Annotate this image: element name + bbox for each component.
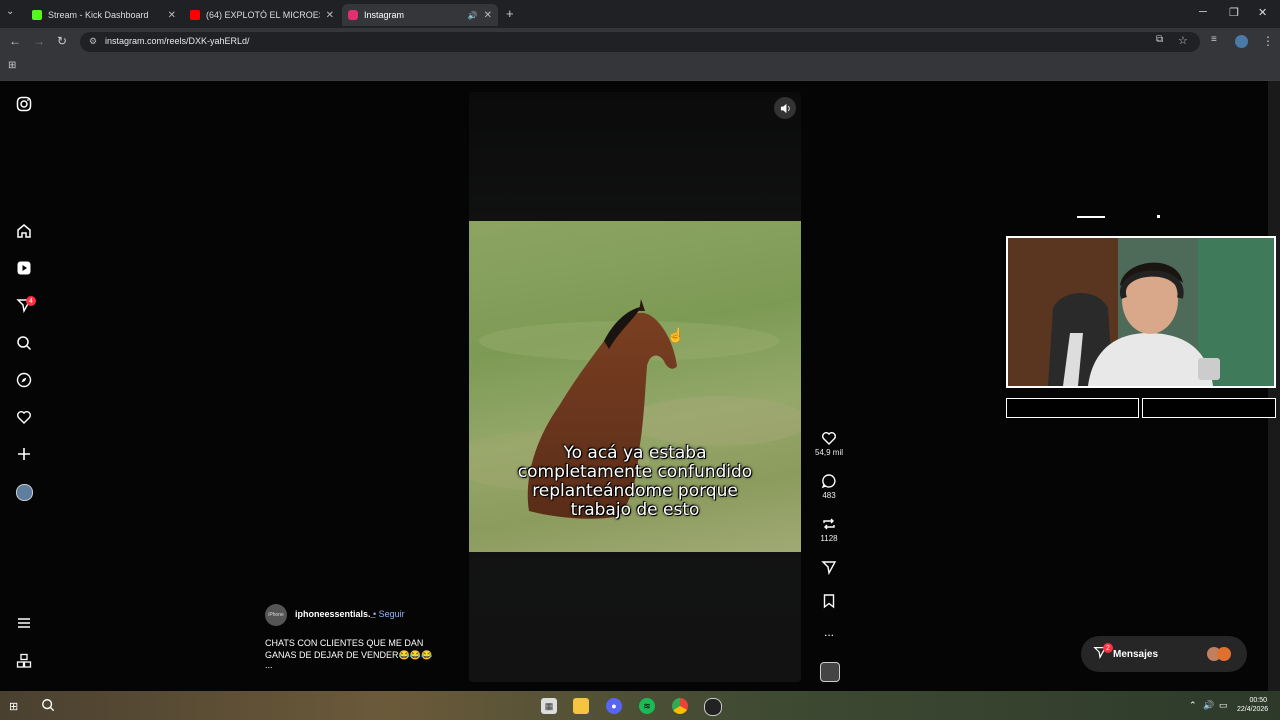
kick-icon xyxy=(32,10,42,20)
description-more[interactable]: ... xyxy=(265,660,273,670)
messages-button[interactable]: Mensajes xyxy=(1081,636,1247,672)
repost-action[interactable]: 1128 xyxy=(815,516,843,543)
obs-icon[interactable] xyxy=(704,698,722,716)
like-action[interactable]: 54,9 mil xyxy=(815,430,843,457)
overlay-label-left xyxy=(1006,398,1139,418)
tab-youtube[interactable]: (64) EXPLOTÓ EL MICROESTADIO ✕ xyxy=(184,4,340,26)
create-icon[interactable] xyxy=(14,444,34,464)
message-avatars xyxy=(1207,647,1231,661)
share-icon xyxy=(821,561,837,575)
forward-icon[interactable]: → xyxy=(33,34,45,48)
apps-icon[interactable] xyxy=(14,651,34,671)
discord-icon[interactable]: ● xyxy=(606,698,622,714)
tray-network-icon[interactable]: ▭ xyxy=(1219,700,1228,711)
video-caption: Yo acá ya estaba completamente confundid… xyxy=(469,444,801,520)
caption-line: trabajo de esto xyxy=(570,500,700,520)
messages-pill-badge: 2 xyxy=(1103,643,1113,653)
reload-icon[interactable]: ↻ xyxy=(57,34,67,48)
bookmark-star-icon[interactable]: ☆ xyxy=(1178,34,1188,47)
repost-icon xyxy=(823,518,835,530)
comment-action[interactable]: 483 xyxy=(815,473,843,500)
explore-icon[interactable] xyxy=(14,370,34,390)
profile-avatar[interactable] xyxy=(1235,35,1248,48)
overlay-decoration xyxy=(1077,216,1105,218)
mouse-cursor-icon: ☝ xyxy=(667,327,685,343)
tab-label: (64) EXPLOTÓ EL MICROESTADIO xyxy=(206,10,320,20)
chrome-icon[interactable] xyxy=(672,698,688,714)
comment-icon xyxy=(821,474,836,489)
more-options-icon: ... xyxy=(823,625,834,639)
avatar xyxy=(1217,647,1231,661)
notifications-icon[interactable] xyxy=(14,407,34,427)
messages-badge: 4 xyxy=(26,296,36,306)
url-text: instagram.com/reels/DXK-yahERLd/ xyxy=(105,36,250,46)
poster-avatar[interactable]: iPhone xyxy=(265,604,287,626)
like-count: 54,9 mil xyxy=(815,448,844,457)
tab-label: Stream - Kick Dashboard xyxy=(48,10,149,20)
youtube-icon xyxy=(190,10,200,20)
close-tab-icon[interactable]: ✕ xyxy=(484,10,492,21)
heart-icon xyxy=(822,432,836,445)
back-icon[interactable]: ← xyxy=(9,34,21,48)
tab-kick-dashboard[interactable]: Stream - Kick Dashboard ✕ xyxy=(26,4,182,26)
close-window-icon[interactable]: ✕ xyxy=(1258,6,1267,19)
start-icon[interactable]: ⊞ xyxy=(9,700,18,713)
close-tab-icon[interactable]: ✕ xyxy=(168,10,176,21)
caption-line: completamente confundido xyxy=(517,462,753,482)
site-info-icon[interactable]: ⚙ xyxy=(89,36,97,47)
volume-button[interactable] xyxy=(774,97,796,119)
menu-icon[interactable] xyxy=(14,613,34,633)
tray-chevron-icon[interactable]: ⌃ xyxy=(1189,700,1197,711)
poster-username[interactable]: iphoneessentials._ xyxy=(295,609,376,619)
tab-search-button[interactable]: ⌄ xyxy=(6,6,14,17)
home-icon[interactable] xyxy=(14,221,34,241)
close-tab-icon[interactable]: ✕ xyxy=(326,10,334,21)
follow-button[interactable]: • Seguir xyxy=(373,609,405,619)
install-app-icon[interactable]: ⧉ xyxy=(1156,34,1163,45)
reels-icon[interactable] xyxy=(14,258,34,278)
search-icon[interactable] xyxy=(14,333,34,353)
profile-icon[interactable] xyxy=(14,482,34,502)
tab-instagram[interactable]: Instagram 🔊 ✕ xyxy=(342,4,498,26)
taskbar-search-icon[interactable] xyxy=(41,698,55,717)
clock-date: 22/4/2026 xyxy=(1237,706,1269,713)
tray-volume-icon[interactable]: 🔊 xyxy=(1203,700,1214,711)
browser-menu-icon[interactable]: ⋮ xyxy=(1262,34,1274,48)
restore-icon[interactable]: ❐ xyxy=(1229,6,1239,19)
messages-label: Mensajes xyxy=(1113,648,1159,660)
spotify-icon[interactable]: ≋ xyxy=(639,698,655,714)
webcam-overlay xyxy=(1006,236,1276,388)
minimize-icon[interactable]: ─ xyxy=(1199,6,1207,18)
clock-time: 00:50 xyxy=(1249,697,1267,704)
instagram-logo-icon[interactable] xyxy=(14,94,34,114)
more-options-action[interactable]: ... xyxy=(815,625,843,639)
instagram-icon xyxy=(348,10,358,20)
reel-description: CHATS CON CLIENTES QUE ME DAN GANAS DE D… xyxy=(265,638,433,660)
bookmark-icon xyxy=(823,594,835,609)
bookmarks-bar xyxy=(0,56,1280,81)
tab-label: Instagram xyxy=(364,10,405,20)
task-view-icon[interactable]: ▦ xyxy=(541,698,557,714)
taskbar-clock[interactable]: 00:50 22/4/2026 xyxy=(1237,696,1269,714)
save-action[interactable] xyxy=(815,593,843,609)
audio-thumbnail[interactable] xyxy=(820,662,840,682)
media-control-icon[interactable]: ≡ xyxy=(1211,34,1217,45)
caption-line: Yo acá ya estaba xyxy=(563,443,707,463)
new-tab-button[interactable]: + xyxy=(506,6,514,21)
apps-grid-icon[interactable]: ⊞ xyxy=(8,60,16,71)
volume-icon xyxy=(780,103,790,113)
tab-audio-icon[interactable]: 🔊 xyxy=(468,11,478,20)
caption-line: replanteándome porque xyxy=(532,481,738,501)
file-explorer-icon[interactable] xyxy=(573,698,589,714)
share-action[interactable] xyxy=(815,559,843,575)
overlay-label-right xyxy=(1142,398,1276,418)
repost-count: 1128 xyxy=(820,534,838,543)
comment-count: 483 xyxy=(822,491,836,500)
overlay-decoration xyxy=(1157,215,1160,218)
